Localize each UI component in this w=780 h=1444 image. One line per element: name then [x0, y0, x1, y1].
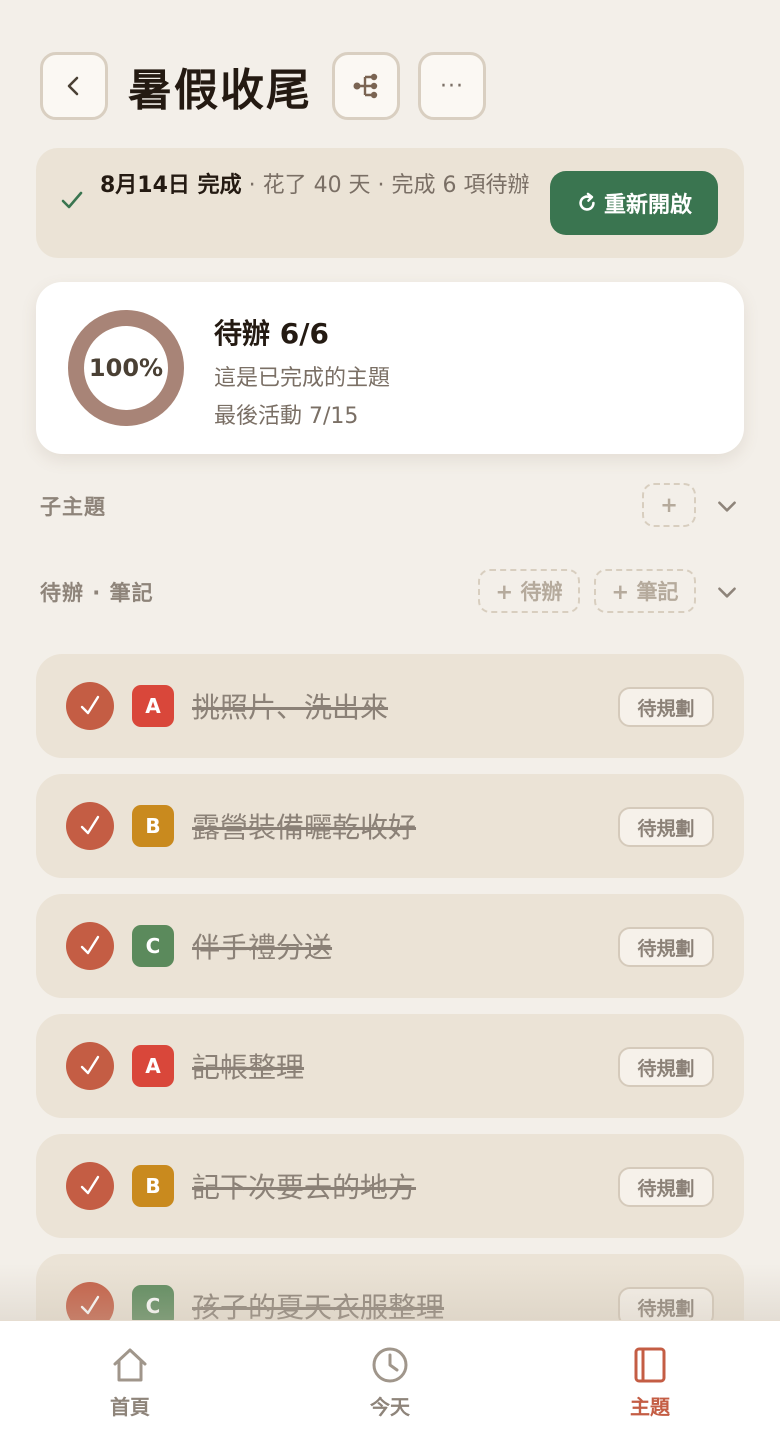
check-icon: [80, 815, 100, 835]
priority-badge: B: [132, 1165, 174, 1207]
completion-date: 8月14日 完成: [100, 173, 242, 198]
status-tag[interactable]: 待規劃: [618, 807, 714, 847]
more-icon: ···: [440, 73, 464, 99]
task-title: 露營裝備曬乾收好: [192, 811, 417, 844]
task-title: 挑照片、洗出來: [192, 691, 389, 724]
task-item[interactable]: A 挑照片、洗出來 待規劃: [36, 654, 744, 758]
reopen-label: 重新開啟: [603, 193, 692, 218]
back-button[interactable]: [40, 52, 108, 120]
completed-checkbox[interactable]: [66, 1162, 114, 1210]
check-icon: [61, 191, 83, 209]
priority-badge: B: [132, 805, 174, 847]
chevron-down-icon[interactable]: [714, 493, 740, 519]
hierarchy-icon: [353, 73, 378, 99]
check-icon: [80, 935, 100, 955]
summary-card: 100% 待辦 6/6 這是已完成的主題 最後活動 7/15: [36, 282, 744, 454]
status-tag[interactable]: 待規劃: [618, 687, 714, 727]
add-note-button[interactable]: + 筆記: [594, 569, 696, 613]
subtopics-section: 子主題 +: [40, 483, 740, 527]
nav-home-label: 首頁: [110, 1395, 150, 1419]
nav-topics[interactable]: 主題: [520, 1321, 780, 1444]
check-icon: [80, 1055, 100, 1075]
check-icon: [80, 1295, 100, 1315]
bottom-nav: 首頁 今天 主題: [0, 1320, 780, 1444]
summary-subtitle: 這是已完成的主題: [214, 366, 391, 391]
completed-checkbox[interactable]: [66, 922, 114, 970]
task-title: 記帳整理: [192, 1051, 305, 1084]
priority-badge: A: [132, 1045, 174, 1087]
progress-percent: 100%: [88, 354, 164, 382]
completion-text: 8月14日 完成 · 花了 40 天 · 完成 6 項待辦: [100, 170, 540, 202]
task-item[interactable]: A 記帳整理 待規劃: [36, 1014, 744, 1118]
book-icon: [634, 1347, 666, 1383]
home-icon: [113, 1348, 147, 1382]
chevron-left-icon: [67, 76, 79, 96]
page-title: 暑假收尾: [128, 65, 312, 116]
refresh-icon: [579, 192, 595, 211]
header: 暑假收尾 ···: [40, 52, 486, 120]
task-item[interactable]: C 伴手禮分送 待規劃: [36, 894, 744, 998]
task-title: 伴手禮分送: [192, 931, 333, 964]
nav-today[interactable]: 今天: [260, 1321, 520, 1444]
completed-checkbox[interactable]: [66, 682, 114, 730]
nav-topics-label: 主題: [630, 1395, 670, 1419]
reopen-button[interactable]: 重新開啟: [550, 171, 718, 235]
task-item[interactable]: B 露營裝備曬乾收好 待規劃: [36, 774, 744, 878]
status-tag[interactable]: 待規劃: [618, 927, 714, 967]
more-button[interactable]: ···: [418, 52, 486, 120]
todos-label: 待辦 · 筆記: [40, 581, 154, 605]
status-tag[interactable]: 待規劃: [618, 1047, 714, 1087]
nav-home[interactable]: 首頁: [0, 1321, 260, 1444]
completion-banner: 8月14日 完成 · 花了 40 天 · 完成 6 項待辦 重新開啟: [36, 148, 744, 258]
summary-title: 待辦 6/6: [214, 317, 329, 350]
hierarchy-button[interactable]: [332, 52, 400, 120]
check-icon: [80, 695, 100, 715]
check-icon: [80, 1175, 100, 1195]
subtopics-label: 子主題: [40, 495, 106, 519]
priority-badge: C: [132, 925, 174, 967]
completed-checkbox[interactable]: [66, 802, 114, 850]
task-item[interactable]: B 記下次要去的地方 待規劃: [36, 1134, 744, 1238]
add-subtopic-button[interactable]: +: [642, 483, 696, 527]
last-activity: 最後活動 7/15: [214, 404, 359, 429]
add-todo-button[interactable]: + 待辦: [478, 569, 580, 613]
chevron-down-icon[interactable]: [714, 579, 740, 605]
clock-icon: [372, 1347, 408, 1383]
task-title: 記下次要去的地方: [192, 1171, 417, 1204]
priority-badge: A: [132, 685, 174, 727]
todos-section: 待辦 · 筆記 + 待辦 + 筆記: [40, 569, 740, 613]
nav-today-label: 今天: [370, 1395, 410, 1419]
completed-checkbox[interactable]: [66, 1042, 114, 1090]
completion-details: · 花了 40 天 · 完成 6 項待辦: [241, 173, 530, 198]
status-tag[interactable]: 待規劃: [618, 1167, 714, 1207]
